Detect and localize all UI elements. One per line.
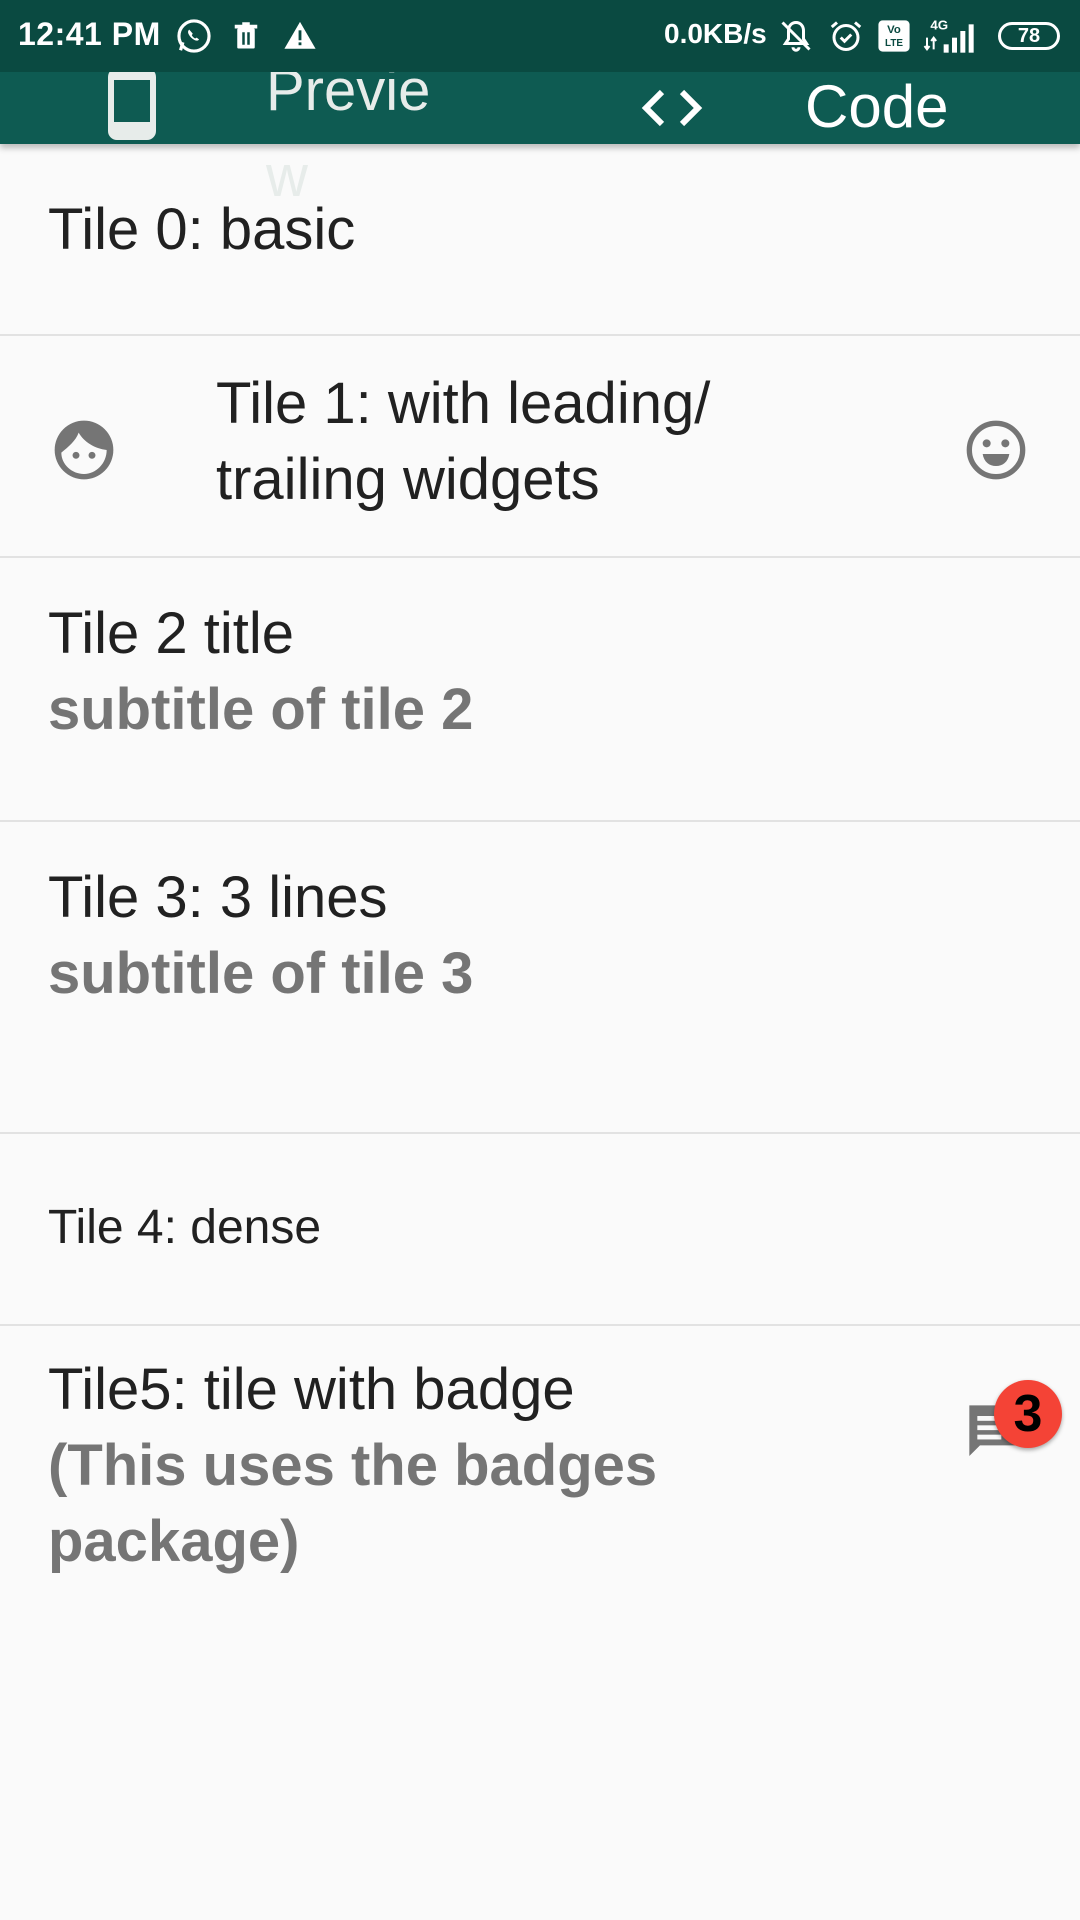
tile-text: Tile 1: with leading/ trailing widgets <box>216 366 856 518</box>
list-tile-2[interactable]: Tile 2 title subtitle of tile 2 <box>0 558 1080 822</box>
battery-level: 78 <box>1017 24 1041 47</box>
list-tile-4[interactable]: Tile 4: dense <box>0 1134 1080 1326</box>
tile-text: Tile5: tile with badge (This uses the ba… <box>48 1352 808 1580</box>
list-tile-3[interactable]: Tile 3: 3 lines subtitle of tile 3 <box>0 822 1080 1134</box>
signal-icon: 4G <box>922 16 982 56</box>
svg-text:4G: 4G <box>930 17 948 32</box>
tile-subtitle: (This uses the badges package) <box>48 1433 658 1574</box>
notification-badge: 3 <box>994 1380 1062 1448</box>
network-speed: 0.0KB/s <box>664 18 767 49</box>
code-icon <box>640 86 704 135</box>
sentiment-satisfied-icon <box>964 418 1028 487</box>
face-icon <box>52 418 116 487</box>
tab-code-label: Code <box>805 73 949 140</box>
tile-subtitle: subtitle of tile 2 <box>48 677 474 742</box>
status-time: 12:41 PM <box>18 16 161 52</box>
app-bar: Preview Code <box>0 58 1080 209</box>
tile-text: Tile 2 title subtitle of tile 2 <box>48 596 473 748</box>
tile-subtitle: subtitle of tile 3 <box>48 941 474 1006</box>
tile-list: Tile 0: basic Tile 1: with leading/ trai… <box>0 144 1080 1586</box>
whatsapp-icon <box>174 16 214 56</box>
svg-text:Vo: Vo <box>887 24 901 36</box>
tab-preview-label: Preview <box>266 58 431 209</box>
status-bar: 12:41 PM 0.0KB/s Vo LTE 4G 78 <box>0 0 1080 72</box>
phone-icon <box>108 68 156 145</box>
list-tile-5[interactable]: Tile5: tile with badge (This uses the ba… <box>0 1326 1080 1586</box>
badge-widget[interactable]: 3 <box>964 1380 1064 1470</box>
svg-text:LTE: LTE <box>885 38 903 49</box>
volte-icon: Vo LTE <box>874 16 914 56</box>
battery-icon: 78 <box>998 22 1060 50</box>
tile-title: Tile 4: dense <box>48 1201 322 1254</box>
alarm-icon <box>826 16 866 56</box>
trash-icon <box>226 16 266 56</box>
tab-code[interactable]: Code <box>620 68 1000 148</box>
notifications-off-icon <box>776 16 816 56</box>
warning-icon <box>280 16 320 56</box>
badge-count: 3 <box>1013 1385 1043 1443</box>
app-screen: 12:41 PM 0.0KB/s Vo LTE 4G 78 Preview Co… <box>0 0 1080 1920</box>
tile-text: Tile 3: 3 lines subtitle of tile 3 <box>48 860 473 1012</box>
tile-title: Tile 2 title <box>48 601 295 666</box>
tile-title: Tile5: tile with badge <box>48 1357 575 1422</box>
tile-title: Tile 1: with leading/ trailing widgets <box>216 371 711 512</box>
tile-title: Tile 3: 3 lines <box>48 865 388 930</box>
list-tile-1[interactable]: Tile 1: with leading/ trailing widgets <box>0 336 1080 558</box>
